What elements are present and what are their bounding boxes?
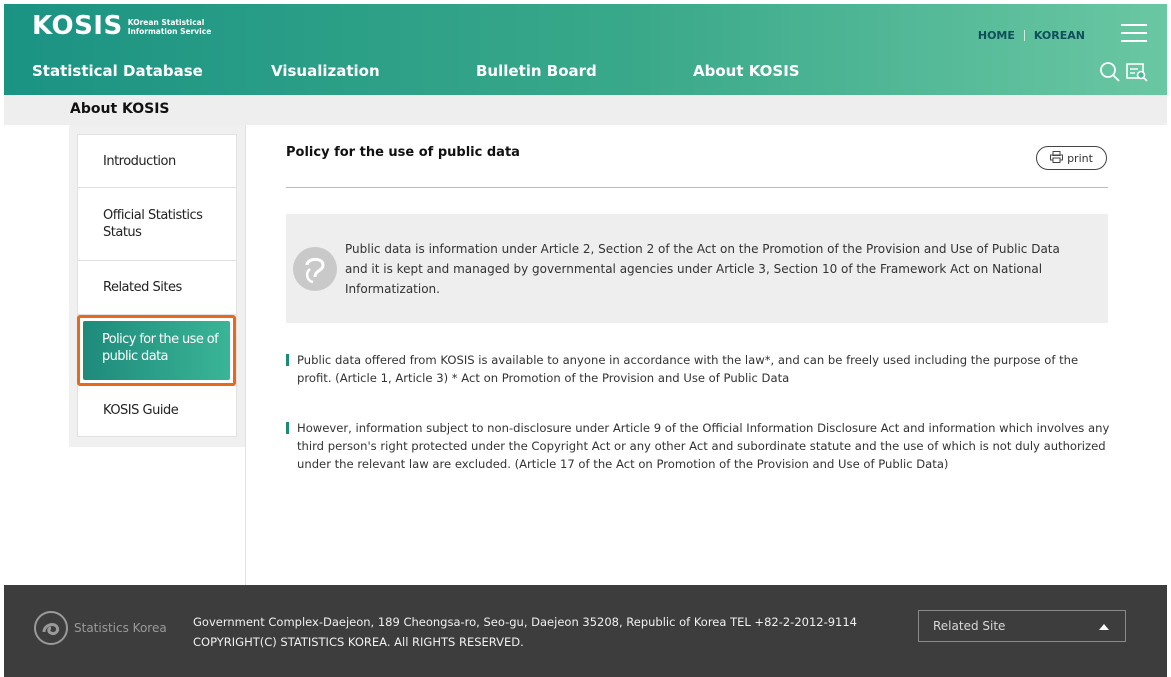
related-site-select[interactable]: Related Site: [918, 610, 1126, 642]
print-button[interactable]: print: [1036, 146, 1107, 170]
logo-sub-line1: KOrean Statistical: [127, 18, 205, 27]
footer-address-line: Government Complex-Daejeon, 189 Cheongsa…: [193, 615, 858, 629]
nav-bulletin-board[interactable]: Bulletin Board: [476, 62, 597, 80]
sidebar-item-policy-public-data[interactable]: Policy for the use of public data: [77, 315, 236, 386]
sidebar-item-label: KOSIS Guide: [103, 402, 179, 418]
triangle-up-icon: [1099, 624, 1109, 630]
sidebar-item-label: Introduction: [103, 153, 176, 169]
content-header: Policy for the use of public data: [286, 145, 1108, 160]
footer-copyright: COPYRIGHT(C) STATISTICS KOREA. All RIGHT…: [193, 635, 524, 649]
notice-box: Public data is information under Article…: [286, 214, 1108, 323]
print-label: print: [1067, 151, 1093, 165]
nav-about-kosis[interactable]: About KOSIS: [693, 62, 800, 80]
sidebar-menu: Introduction Official Statistics Status …: [77, 134, 237, 437]
main-navigation: Statistical Database Visualization Bulle…: [4, 62, 1167, 90]
util-divider: [1023, 30, 1025, 41]
sidebar-item-related-sites[interactable]: Related Sites: [78, 261, 236, 315]
search-icon[interactable]: [1099, 61, 1121, 87]
section-title-bar: About KOSIS: [4, 95, 1167, 125]
print-icon: [1050, 150, 1064, 166]
sidebar-item-introduction[interactable]: Introduction: [78, 135, 236, 188]
sidebar-item-official-statistics-status[interactable]: Official Statistics Status: [78, 188, 236, 261]
statistics-search-icon[interactable]: [1125, 61, 1149, 87]
statistics-korea-logo-icon: [34, 611, 68, 645]
statistics-korea-logo-text: Statistics Korea: [74, 621, 167, 635]
nav-visualization[interactable]: Visualization: [271, 62, 380, 80]
logo-sub-text: KOrean Statistical Information Service: [128, 18, 212, 36]
notice-text: Public data is information under Article…: [345, 242, 1060, 296]
content-divider: [245, 125, 246, 585]
utility-links: HOME KOREAN: [978, 29, 1085, 42]
korean-link[interactable]: KOREAN: [1034, 29, 1085, 42]
logo-main-text: KOSIS: [32, 11, 123, 41]
section-title: About KOSIS: [70, 101, 170, 117]
sidebar-item-label: Related Sites: [103, 280, 182, 295]
sidebar-item-kosis-guide[interactable]: KOSIS Guide: [78, 384, 236, 436]
notice-icon: [293, 247, 337, 291]
page-title: Policy for the use of public data: [286, 145, 520, 160]
sidebar-item-label-active: Policy for the use of public data: [83, 321, 230, 380]
nav-statistical-database[interactable]: Statistical Database: [32, 62, 203, 80]
home-link[interactable]: HOME: [978, 29, 1015, 42]
statistics-korea-logo[interactable]: Statistics Korea: [34, 611, 167, 645]
header-search-tools: [1099, 61, 1149, 87]
kosis-logo[interactable]: KOSIS KOrean Statistical Information Ser…: [32, 11, 211, 41]
site-footer: Statistics Korea Government Complex-Daej…: [4, 585, 1167, 677]
policy-paragraph-2: However, information subject to non-disc…: [286, 419, 1111, 473]
title-underline: [286, 187, 1108, 188]
sidebar-item-label: Official Statistics Status: [103, 208, 203, 240]
footer-address: Government Complex-Daejeon, 189 Cheongsa…: [193, 612, 857, 652]
hamburger-menu-icon[interactable]: [1121, 24, 1147, 43]
related-site-label: Related Site: [933, 619, 1006, 633]
site-header: KOSIS KOrean Statistical Information Ser…: [4, 4, 1167, 95]
policy-paragraph-1: Public data offered from KOSIS is availa…: [286, 351, 1111, 387]
logo-sub-line2: Information Service: [127, 27, 212, 36]
